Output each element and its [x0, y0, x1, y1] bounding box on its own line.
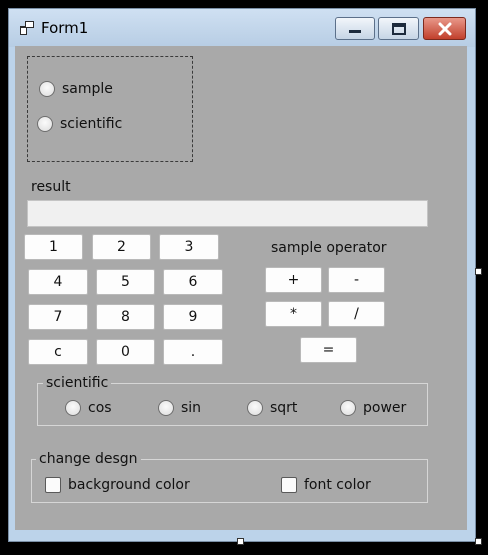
key-3-button[interactable]: 3: [159, 234, 219, 260]
key-6-button[interactable]: 6: [163, 269, 223, 295]
background-color-label[interactable]: background color: [68, 477, 190, 493]
result-label: result: [31, 179, 71, 195]
sample-operator-label: sample operator: [271, 240, 387, 256]
radio-sin[interactable]: [158, 400, 174, 416]
radio-power-label[interactable]: power: [363, 400, 406, 416]
key-7-button[interactable]: 7: [28, 304, 88, 330]
radio-sqrt-label[interactable]: sqrt: [270, 400, 297, 416]
multiply-button[interactable]: *: [265, 301, 322, 327]
radio-cos[interactable]: [65, 400, 81, 416]
minimize-button[interactable]: [335, 17, 375, 40]
radio-sin-label[interactable]: sin: [181, 400, 201, 416]
mode-radio-group: [27, 56, 193, 162]
key-2-button[interactable]: 2: [92, 234, 151, 260]
key-1-button[interactable]: 1: [24, 234, 83, 260]
close-button[interactable]: [423, 17, 466, 40]
key-8-button[interactable]: 8: [96, 304, 155, 330]
subtract-button[interactable]: -: [328, 267, 385, 293]
result-textbox[interactable]: [27, 200, 428, 227]
radio-sqrt[interactable]: [247, 400, 263, 416]
radio-scientific[interactable]: [37, 116, 53, 132]
key-9-button[interactable]: 9: [163, 304, 223, 330]
close-icon: [438, 22, 451, 35]
maximize-icon: [391, 22, 406, 35]
resize-handle-right[interactable]: [475, 268, 482, 275]
divide-button[interactable]: /: [328, 301, 385, 327]
radio-scientific-label[interactable]: scientific: [60, 116, 122, 132]
decimal-point-button[interactable]: .: [163, 339, 223, 365]
add-button[interactable]: +: [265, 267, 322, 293]
scientific-groupbox-title: scientific: [43, 375, 112, 391]
window-title: Form1: [41, 19, 89, 37]
resize-handle-corner[interactable]: [475, 538, 482, 545]
key-0-button[interactable]: 0: [96, 339, 155, 365]
radio-cos-label[interactable]: cos: [88, 400, 112, 416]
font-color-label[interactable]: font color: [304, 477, 371, 493]
font-color-checkbox[interactable]: [281, 477, 297, 493]
minimize-icon: [349, 29, 361, 33]
radio-sample[interactable]: [39, 81, 55, 97]
key-5-button[interactable]: 5: [96, 269, 155, 295]
change-design-groupbox-title: change desgn: [36, 451, 141, 467]
radio-power[interactable]: [340, 400, 356, 416]
background-color-checkbox[interactable]: [45, 477, 61, 493]
form-icon: [20, 21, 34, 35]
radio-sample-label[interactable]: sample: [62, 81, 113, 97]
resize-handle-bottom[interactable]: [237, 538, 244, 545]
equals-button[interactable]: =: [300, 337, 357, 363]
key-4-button[interactable]: 4: [28, 269, 88, 295]
maximize-button[interactable]: [378, 17, 419, 40]
clear-button[interactable]: c: [28, 339, 88, 365]
